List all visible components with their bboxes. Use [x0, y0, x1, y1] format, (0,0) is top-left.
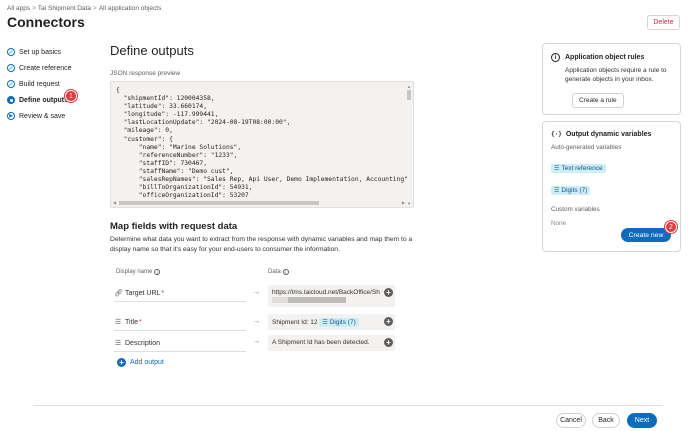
data-header-label: Data: [268, 269, 281, 275]
data-header: Data i: [268, 269, 289, 275]
panel-description: Application objects require a rule to ge…: [565, 67, 667, 83]
breadcrumb-separator: >: [32, 5, 36, 12]
arrow-right-icon: →: [253, 338, 260, 345]
row-label: Target URL: [125, 289, 161, 297]
json-preview-label: JSON response preview: [110, 70, 181, 77]
info-icon: i: [551, 53, 560, 62]
delete-button[interactable]: Delete: [647, 15, 680, 30]
braces-icon: {·}: [551, 131, 562, 138]
horizontal-scrollbar[interactable]: ◀ ▶: [113, 200, 405, 206]
row-label: Title: [125, 318, 138, 326]
chevron-right-circle-icon: ▶: [7, 112, 15, 120]
create-rule-button[interactable]: Create a rule: [572, 93, 624, 108]
scroll-right-icon[interactable]: ▶: [402, 200, 405, 206]
display-name-header-label: Display name: [116, 269, 153, 275]
add-variable-icon[interactable]: +: [384, 338, 393, 347]
map-fields-description: Determine what data you want to extract …: [110, 236, 413, 253]
vertical-scrollbar[interactable]: ▲ ▼: [406, 84, 412, 206]
scroll-left-icon[interactable]: ◀: [113, 200, 116, 206]
create-new-button[interactable]: Create new: [621, 228, 671, 242]
wizard-steps: ✓ Set up basics ✓ Create reference ✓ Bui…: [7, 44, 102, 124]
panel-title-label: Output dynamic variables: [565, 131, 652, 138]
data-value: https://tms.taicloud.net/BackOffice/Sh: [272, 289, 380, 296]
variable-icon: ☰: [554, 166, 560, 172]
step-label: Review & save: [19, 112, 66, 120]
auto-generated-label: Auto-generated variables: [551, 144, 622, 151]
data-value: Shipment Id: 12: [272, 319, 318, 326]
display-name-header: Display name i: [116, 269, 161, 275]
link-icon: 🔗︎: [114, 290, 123, 297]
scrollbar-thumb[interactable]: [407, 90, 411, 100]
breadcrumb-separator: >: [93, 5, 97, 12]
add-variable-icon[interactable]: +: [384, 288, 393, 297]
chip-label: Text reference: [561, 165, 603, 172]
chip-label: Digits (7): [561, 187, 588, 194]
arrow-right-icon: →: [253, 318, 260, 325]
scroll-down-icon[interactable]: ▼: [406, 201, 412, 206]
step-label: Define outputs: [19, 96, 68, 104]
step-create-reference[interactable]: ✓ Create reference: [7, 60, 102, 76]
map-fields-title: Map fields with request data: [110, 221, 238, 232]
section-title: Define outputs: [110, 43, 194, 58]
check-circle-icon: ✓: [7, 80, 15, 88]
cancel-button[interactable]: Cancel: [556, 413, 586, 428]
breadcrumb-all-apps[interactable]: All apps: [7, 5, 30, 12]
page-title: Connectors: [7, 14, 85, 30]
data-value: A Shipment Id has been detected.: [272, 339, 370, 346]
required-marker: *: [161, 289, 165, 297]
variable-icon: ☰: [322, 320, 328, 326]
footer-divider: [33, 405, 663, 406]
breadcrumb-objects[interactable]: All application objects: [99, 5, 162, 12]
plus-circle-icon: +: [117, 358, 126, 367]
panel-title: i Application object rules: [551, 53, 672, 62]
breadcrumb: All apps > Tai Shipment Data > All applicati…: [7, 5, 161, 12]
next-button[interactable]: Next: [627, 413, 657, 428]
text-icon: ☰: [114, 319, 122, 326]
data-field-description[interactable]: A Shipment Id has been detected. +: [268, 335, 395, 351]
variable-chip-text-reference[interactable]: ☰ Text reference: [551, 164, 606, 173]
step-label: Set up basics: [19, 48, 62, 56]
back-button[interactable]: Back: [592, 413, 620, 428]
annotation-badge-1: 1: [65, 90, 77, 102]
data-field-title[interactable]: Shipment Id: 12 ☰ Digits (7) +: [268, 314, 395, 330]
custom-variables-label: Custom variables: [551, 206, 600, 213]
scroll-up-icon[interactable]: ▲: [406, 84, 412, 89]
add-variable-icon[interactable]: +: [384, 317, 393, 326]
chip-label: Digits (7): [329, 319, 356, 326]
check-circle-icon: ✓: [7, 64, 15, 72]
json-preview-text: { "shipmentId": 120004358, "latitude": 3…: [116, 87, 408, 200]
data-field-target-url[interactable]: https://tms.taicloud.net/BackOffice/Sh +: [268, 285, 395, 307]
step-review-save[interactable]: ▶ Review & save: [7, 108, 102, 124]
step-set-up-basics[interactable]: ✓ Set up basics: [7, 44, 102, 60]
step-build-request[interactable]: ✓ Build request: [7, 76, 102, 92]
variable-chip-digits[interactable]: ☰ Digits (7): [319, 318, 359, 327]
json-preview[interactable]: { "shipmentId": 120004358, "latitude": 3…: [110, 81, 414, 208]
display-name-field-description[interactable]: ☰ Description: [114, 335, 246, 352]
info-icon[interactable]: i: [282, 269, 289, 275]
step-label: Build request: [19, 80, 60, 88]
display-name-field-target-url[interactable]: 🔗︎ Target URL *: [114, 285, 246, 302]
variable-icon: ☰: [554, 188, 560, 194]
info-icon[interactable]: i: [154, 269, 161, 275]
check-circle-icon: ✓: [7, 48, 15, 56]
application-object-rules-panel: i Application object rules Application o…: [542, 43, 681, 115]
variable-chip-digits[interactable]: ☰ Digits (7): [551, 186, 591, 195]
arrow-right-icon: →: [253, 289, 260, 296]
annotation-badge-2: 2: [665, 221, 677, 233]
panel-title-label: Application object rules: [565, 54, 645, 61]
redacted-value: [272, 297, 381, 304]
row-label: Description: [125, 339, 161, 347]
step-define-outputs[interactable]: Define outputs: [7, 92, 102, 108]
required-marker: *: [138, 318, 142, 326]
add-output-button[interactable]: + Add output: [117, 358, 164, 367]
step-label: Create reference: [19, 64, 72, 72]
custom-variables-empty: None: [551, 220, 567, 227]
current-step-icon: [7, 96, 15, 104]
display-name-field-title[interactable]: ☰ Title *: [114, 314, 246, 331]
panel-title: {·} Output dynamic variables: [551, 131, 672, 138]
breadcrumb-app[interactable]: Tai Shipment Data: [38, 5, 91, 12]
scrollbar-thumb[interactable]: [119, 201, 319, 205]
text-icon: ☰: [114, 340, 122, 347]
add-output-label: Add output: [130, 359, 164, 366]
